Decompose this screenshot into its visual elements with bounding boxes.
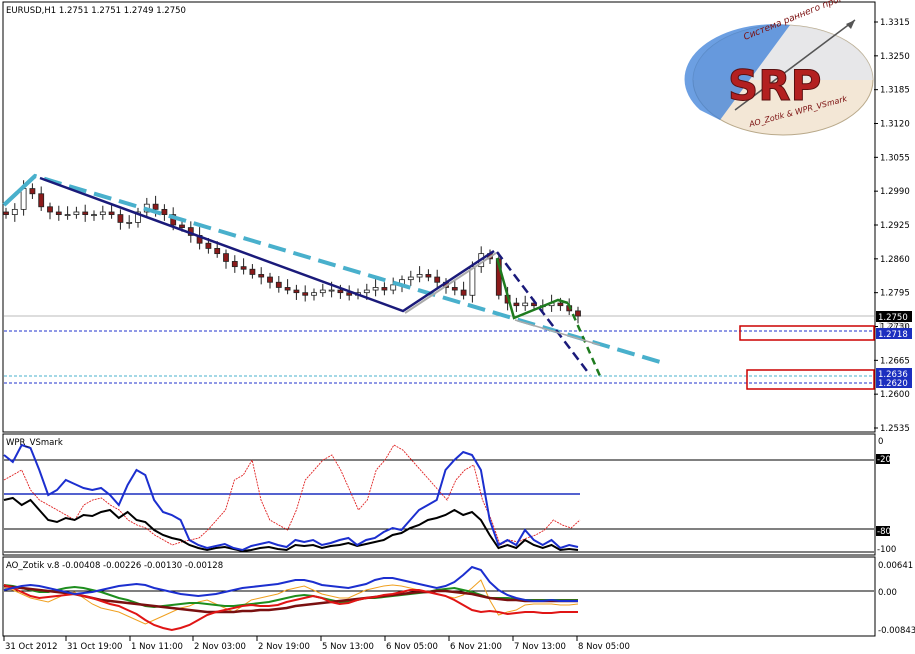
candle-bear [47, 206, 53, 213]
candle-bull [363, 289, 370, 294]
wpr-title: WPR_VSmark [6, 438, 63, 448]
candle-bull [311, 292, 317, 296]
candle-bear [117, 214, 124, 223]
price-tick-label: 1.3250 [880, 52, 910, 62]
candle-bull [319, 289, 326, 294]
time-tick-label: 8 Nov 05:00 [578, 642, 630, 652]
candle-bear [275, 281, 282, 288]
candle-bear [293, 289, 300, 294]
time-tick-label: 2 Nov 19:00 [258, 642, 310, 652]
price-tag-level-1: 1.2718 [876, 328, 912, 340]
candle-bear [425, 274, 432, 278]
time-tick-label: 2 Nov 03:00 [194, 642, 246, 652]
candle-bull [73, 211, 80, 215]
candle-bull [416, 274, 423, 278]
time-tick-label: 7 Nov 13:00 [514, 642, 566, 652]
price-tick-label: 1.3185 [880, 86, 910, 96]
ao-title: AO_Zotik v.8 -0.00408 -0.00226 -0.00130 … [6, 561, 223, 571]
candle-bull [522, 302, 529, 307]
candle-bull [126, 221, 133, 224]
candle-bear [214, 248, 221, 255]
time-tick-label: 31 Oct 2012 [5, 642, 58, 652]
wpr-tick-0: 0 [878, 437, 883, 447]
candle-bear [205, 242, 212, 249]
candle-bear [240, 266, 247, 270]
candle-bear [223, 253, 229, 262]
candle-bear [302, 292, 309, 296]
level-3-label: 1.2620 [878, 379, 908, 389]
price-tick-label: 1.2990 [880, 187, 910, 197]
candle-bear [55, 211, 62, 215]
price-tick-label: 1.3315 [880, 18, 910, 28]
ao-tick-zero: 0.00 [878, 588, 897, 598]
candle-bull [390, 284, 397, 291]
candle-bear [575, 310, 581, 317]
ao-tick-max: 0.00641 [878, 561, 913, 571]
level-1-label: 1.2718 [878, 330, 908, 340]
chart-window: Система раннего прогнозирования SRP AO_Z… [2, 0, 915, 652]
price-tick-label: 1.2600 [880, 390, 910, 400]
candle-bull [407, 276, 414, 281]
candle-bull [372, 287, 379, 291]
candle-bull [328, 289, 335, 292]
candle-bear [161, 208, 168, 215]
candle-bear [258, 274, 265, 278]
candle-bull [469, 266, 476, 296]
price-tick-label: 1.2860 [880, 255, 910, 265]
time-tick-label: 5 Nov 13:00 [322, 642, 374, 652]
candle-bear [381, 287, 388, 291]
candle-bear [434, 276, 441, 283]
candle-bear [3, 211, 9, 215]
price-tick-label: 1.2665 [880, 356, 910, 366]
wpr-tick-80: -80 [877, 527, 891, 537]
ao-tick-min: -0.00843 [878, 626, 915, 636]
price-tick-label: 1.3120 [880, 120, 910, 130]
candle-bull [11, 208, 18, 215]
candle-bear [152, 203, 159, 210]
time-tick-label: 6 Nov 21:00 [450, 642, 502, 652]
candle-bear [337, 289, 344, 294]
candle-bear [179, 224, 185, 229]
wpr-tick-20: -20 [877, 455, 891, 465]
candle-bear [267, 276, 273, 283]
time-tick-label: 31 Oct 19:00 [67, 642, 122, 652]
price-tick-label: 1.3055 [880, 153, 910, 163]
price-tick-label: 1.2795 [880, 289, 910, 299]
candle-bear [460, 289, 467, 296]
main-title: EURUSD,H1 1.2751 1.2751 1.2749 1.2750 [6, 6, 186, 16]
candle-bull [20, 188, 27, 210]
price-tag-level-3: 1.2620 [876, 377, 912, 389]
candle-bear [249, 268, 256, 275]
time-tick-label: 6 Nov 05:00 [386, 642, 438, 652]
candle-bear [108, 211, 115, 215]
logo-letters: SRP [728, 61, 821, 110]
candle-bull [99, 211, 106, 215]
candle-bear [513, 302, 520, 307]
candle-bear [231, 261, 238, 268]
candle-bear [284, 287, 291, 291]
candle-bull [64, 214, 71, 216]
candle-bear [29, 188, 36, 195]
candle-bull [91, 214, 97, 216]
candle-bear [451, 287, 458, 291]
time-axis: 31 Oct 2012 31 Oct 19:00 1 Nov 11:00 2 Nov … [3, 636, 630, 652]
wpr-tick-100: -100 [877, 545, 896, 555]
time-tick-label: 1 Nov 11:00 [131, 642, 183, 652]
price-tick-label: 1.2535 [880, 424, 910, 434]
candle-bear [557, 302, 564, 307]
price-tick-label: 1.2925 [880, 221, 910, 231]
candle-bear [38, 193, 45, 208]
candle-bear [82, 211, 89, 215]
